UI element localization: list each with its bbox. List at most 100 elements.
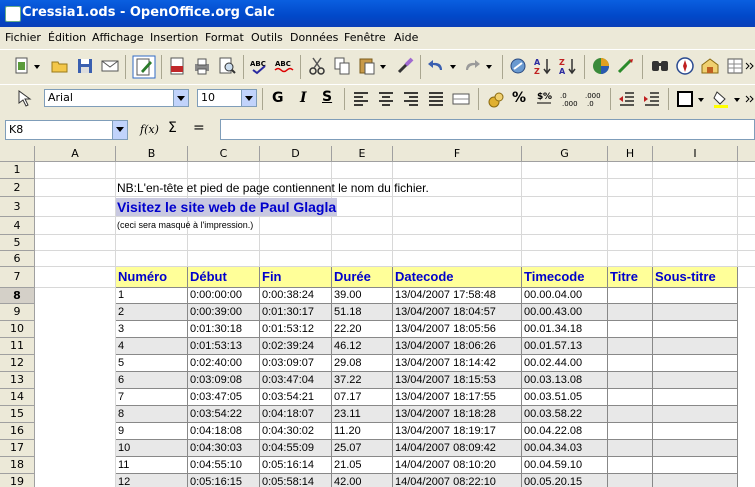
- cell-sous-titre[interactable]: [653, 423, 738, 440]
- cell-timecode[interactable]: 00.05.20.15: [522, 474, 608, 487]
- cell-datecode[interactable]: 13/04/2007 18:18:28: [393, 406, 522, 423]
- cell-fin[interactable]: 0:05:16:14: [260, 457, 332, 474]
- cell-sous-titre[interactable]: [653, 457, 738, 474]
- cell-numero[interactable]: 6: [116, 372, 188, 389]
- row-header-13[interactable]: 13: [0, 372, 35, 389]
- background-color-icon[interactable]: [711, 89, 731, 109]
- decrease-indent-icon[interactable]: [617, 89, 637, 109]
- row-header-9[interactable]: 9: [0, 304, 35, 321]
- cell-debut[interactable]: 0:03:54:22: [188, 406, 260, 423]
- cell-datecode[interactable]: 13/04/2007 18:04:57: [393, 304, 522, 321]
- cell-debut[interactable]: 0:04:18:08: [188, 423, 260, 440]
- col-header-a[interactable]: A: [35, 146, 116, 162]
- website-link[interactable]: Visitez le site web de Paul Glagla: [116, 198, 338, 216]
- align-center-icon[interactable]: [376, 89, 396, 109]
- cell-duree[interactable]: 29.08: [332, 355, 393, 372]
- cell-sous-titre[interactable]: [653, 355, 738, 372]
- copy-icon[interactable]: [332, 56, 352, 76]
- cell-debut[interactable]: 0:00:39:00: [188, 304, 260, 321]
- cell-titre[interactable]: [608, 304, 653, 321]
- autospellcheck-icon[interactable]: ABC: [274, 56, 294, 76]
- cell-timecode[interactable]: 00.00.43.00: [522, 304, 608, 321]
- cell-fin[interactable]: 0:03:09:07: [260, 355, 332, 372]
- cell-sous-titre[interactable]: [653, 474, 738, 487]
- find-replace-icon[interactable]: [650, 56, 670, 76]
- row-header-15[interactable]: 15: [0, 406, 35, 423]
- borders-icon[interactable]: [675, 89, 695, 109]
- format-toolbar-overflow-icon[interactable]: [745, 89, 755, 109]
- currency-format-icon[interactable]: [486, 89, 506, 109]
- cell-duree[interactable]: 21.05: [332, 457, 393, 474]
- cell-timecode[interactable]: 00.00.04.00: [522, 288, 608, 304]
- row-header-17[interactable]: 17: [0, 440, 35, 457]
- cell-duree[interactable]: 51.18: [332, 304, 393, 321]
- cell-fin[interactable]: 0:02:39:24: [260, 338, 332, 355]
- align-right-icon[interactable]: [401, 89, 421, 109]
- menu-fenetre[interactable]: Fenêtre: [344, 31, 386, 44]
- header-titre[interactable]: Titre: [608, 267, 653, 288]
- row-header-1[interactable]: 1: [0, 162, 35, 179]
- cell-duree[interactable]: 07.17: [332, 389, 393, 406]
- row-header-11[interactable]: 11: [0, 338, 35, 355]
- cell-numero[interactable]: 8: [116, 406, 188, 423]
- cell-duree[interactable]: 39.00: [332, 288, 393, 304]
- sort-ascending-icon[interactable]: AZ: [533, 56, 553, 76]
- header-datecode[interactable]: Datecode: [393, 267, 522, 288]
- cell-datecode[interactable]: 14/04/2007 08:22:10: [393, 474, 522, 487]
- cell-datecode[interactable]: 14/04/2007 08:10:20: [393, 457, 522, 474]
- menu-format[interactable]: Format: [205, 31, 244, 44]
- row-header-4[interactable]: 4: [0, 217, 35, 235]
- font-size-dropdown-icon[interactable]: [241, 90, 256, 106]
- cell-titre[interactable]: [608, 355, 653, 372]
- font-name-combo[interactable]: Arial: [44, 89, 189, 107]
- toolbar-overflow-icon[interactable]: [745, 56, 755, 76]
- cell-datecode[interactable]: 13/04/2007 18:05:56: [393, 321, 522, 338]
- function-wizard-button[interactable]: f(x): [140, 123, 159, 136]
- menu-fichier[interactable]: Fichier: [5, 31, 41, 44]
- col-header-c[interactable]: C: [188, 146, 260, 162]
- col-header-e[interactable]: E: [332, 146, 393, 162]
- sort-descending-icon[interactable]: ZA: [558, 56, 578, 76]
- cell-titre[interactable]: [608, 338, 653, 355]
- cell-titre[interactable]: [608, 457, 653, 474]
- cell-duree[interactable]: 22.20: [332, 321, 393, 338]
- cell-numero[interactable]: 5: [116, 355, 188, 372]
- cell-duree[interactable]: 25.07: [332, 440, 393, 457]
- standard-number-format-icon[interactable]: $%: [534, 89, 554, 109]
- undo-icon[interactable]: [426, 56, 446, 76]
- cell-duree[interactable]: 11.20: [332, 423, 393, 440]
- cell-datecode[interactable]: 13/04/2007 18:15:53: [393, 372, 522, 389]
- cell-numero[interactable]: 4: [116, 338, 188, 355]
- cell-duree[interactable]: 46.12: [332, 338, 393, 355]
- cell-sous-titre[interactable]: [653, 338, 738, 355]
- mail-icon[interactable]: [100, 56, 120, 76]
- cell-sous-titre[interactable]: [653, 288, 738, 304]
- menu-donnees[interactable]: Données: [290, 31, 338, 44]
- cell-debut[interactable]: 0:05:16:15: [188, 474, 260, 487]
- cell-debut[interactable]: 0:01:53:13: [188, 338, 260, 355]
- cell-datecode[interactable]: 13/04/2007 18:17:55: [393, 389, 522, 406]
- font-size-combo[interactable]: 10: [197, 89, 257, 107]
- cell-datecode[interactable]: 13/04/2007 18:06:26: [393, 338, 522, 355]
- row-header-3[interactable]: 3: [0, 197, 35, 217]
- row-header-16[interactable]: 16: [0, 423, 35, 440]
- font-name-dropdown-icon[interactable]: [173, 90, 188, 106]
- add-decimal-icon[interactable]: .0.000: [559, 89, 579, 109]
- cell-timecode[interactable]: 00.01.34.18: [522, 321, 608, 338]
- cell-titre[interactable]: [608, 372, 653, 389]
- cell-timecode[interactable]: 00.04.22.08: [522, 423, 608, 440]
- cell-fin[interactable]: 0:04:55:09: [260, 440, 332, 457]
- cell-sous-titre[interactable]: [653, 389, 738, 406]
- menu-outils[interactable]: Outils: [251, 31, 283, 44]
- function-button[interactable]: =: [193, 120, 205, 136]
- cell-titre[interactable]: [608, 440, 653, 457]
- cell-duree[interactable]: 42.00: [332, 474, 393, 487]
- cell-numero[interactable]: 7: [116, 389, 188, 406]
- header-numero[interactable]: Numéro: [116, 267, 188, 288]
- col-header-h[interactable]: H: [608, 146, 653, 162]
- print-icon[interactable]: [192, 56, 212, 76]
- cell-fin[interactable]: 0:04:30:02: [260, 423, 332, 440]
- edit-file-icon[interactable]: [132, 55, 156, 79]
- bold-button[interactable]: G: [272, 90, 284, 106]
- cell-datecode[interactable]: 13/04/2007 17:58:48: [393, 288, 522, 304]
